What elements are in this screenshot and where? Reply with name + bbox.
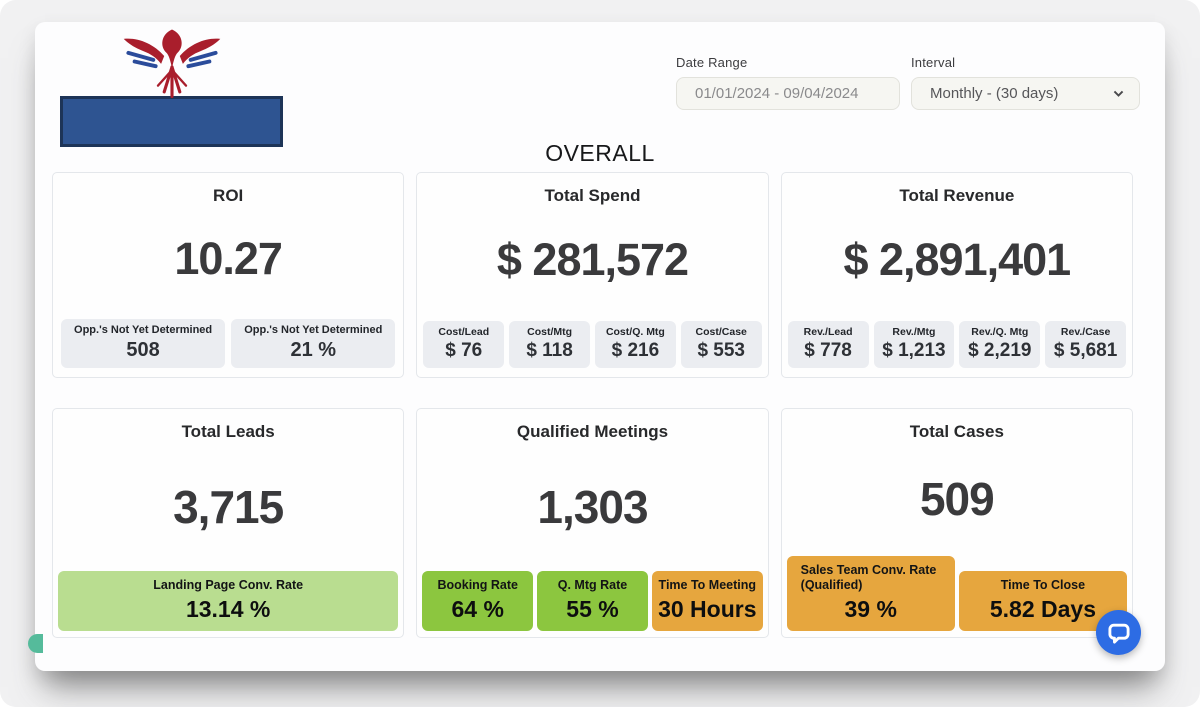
kpi-card: Total Leads 3,715 Landing Page Conv. Rat…	[52, 408, 405, 638]
card-substats: Sales Team Conv. Rate (Qualified) 39 % Tim…	[782, 555, 1132, 637]
chat-widget-button[interactable]	[1096, 610, 1141, 655]
card-substats: Opp.'s Not Yet Determined 508 Opp.'s Not Y…	[53, 312, 403, 377]
chat-bubble-icon	[1107, 623, 1130, 644]
substat: Opp.'s Not Yet Determined 508	[61, 319, 226, 368]
card-substats: Rev./Lead $ 778 Rev./Mtg $ 1,213 Rev./Q. Mtg…	[782, 314, 1132, 377]
card-title: Total Cases	[909, 422, 1004, 441]
card-value: 1,303	[537, 480, 648, 533]
substat: Booking Rate 64 %	[422, 571, 534, 631]
card-value: 10.27	[174, 233, 283, 285]
card-substats: Booking Rate 64 % Q. Mtg Rate 55 % Time To M…	[417, 571, 767, 637]
card-value: 3,715	[173, 480, 284, 533]
section-title: OVERALL	[545, 140, 655, 166]
card-title: Total Spend	[544, 186, 641, 205]
substat: Cost/Mtg $ 118	[509, 320, 590, 368]
kpi-card: Total Spend $ 281,572 Cost/Lead $ 76 Cost/…	[416, 172, 769, 378]
substat: Rev./Case $ 5,681	[1045, 320, 1127, 368]
company-logo	[60, 28, 283, 147]
interval-label: Interval	[911, 55, 956, 70]
card-title: Total Leads	[181, 422, 275, 441]
substat: Q. Mtg Rate 55 %	[537, 571, 648, 631]
substat: Sales Team Conv. Rate (Qualified) 39 %	[786, 555, 955, 631]
card-substats: Landing Page Conv. Rate 13.14 %	[53, 571, 403, 637]
card-value: $ 281,572	[496, 233, 689, 285]
substat: Cost/Lead $ 76	[423, 320, 505, 368]
kpi-card: ROI 10.27 Opp.'s Not Yet Determined 508 Op…	[52, 172, 405, 378]
substat: Rev./Q. Mtg $ 2,219	[959, 320, 1041, 368]
substat: Rev./Mtg $ 1,213	[873, 320, 955, 368]
kpi-card: Total Revenue $ 2,891,401 Rev./Lead $ 778…	[780, 172, 1133, 378]
interval-selected-value: Monthly - (30 days)	[930, 85, 1059, 102]
card-title: Total Revenue	[899, 186, 1015, 205]
accessibility-tab-icon[interactable]	[28, 634, 43, 653]
card-title: ROI	[213, 186, 244, 205]
interval-field: Interval Monthly - (30 days)	[911, 55, 1140, 110]
substat: Cost/Q. Mtg $ 216	[594, 320, 676, 368]
kpi-grid: ROI 10.27 Opp.'s Not Yet Determined 508 Op…	[52, 172, 1133, 638]
card-title: Qualified Meetings	[516, 422, 669, 441]
substat: Time To Meeting 30 Hours	[651, 571, 763, 631]
chevron-down-icon	[1113, 90, 1124, 97]
kpi-card: Qualified Meetings 1,303 Booking Rate 64 …	[416, 408, 769, 638]
date-range-input[interactable]: 01/01/2024 - 09/04/2024	[676, 77, 900, 110]
date-range-field: Date Range 01/01/2024 - 09/04/2024	[676, 55, 900, 110]
eagle-logo-icon	[123, 29, 220, 99]
substat: Cost/Case $ 553	[680, 320, 762, 368]
substat: Rev./Lead $ 778	[787, 320, 869, 368]
card-value: $ 2,891,401	[843, 233, 1071, 285]
date-range-label: Date Range	[676, 55, 748, 70]
card-value: 509	[919, 472, 995, 525]
card-substats: Cost/Lead $ 76 Cost/Mtg $ 118 Cost/Q. Mtg $ 2…	[417, 314, 767, 377]
substat: Opp.'s Not Yet Determined 21 %	[231, 319, 396, 368]
substat: Landing Page Conv. Rate 13.14 %	[58, 571, 399, 631]
dashboard-panel: Date Range 01/01/2024 - 09/04/2024 Inter…	[35, 22, 1165, 671]
interval-select[interactable]: Monthly - (30 days)	[911, 77, 1140, 110]
kpi-card: Total Cases 509 Sales Team Conv. Rate (Q…	[780, 408, 1133, 638]
